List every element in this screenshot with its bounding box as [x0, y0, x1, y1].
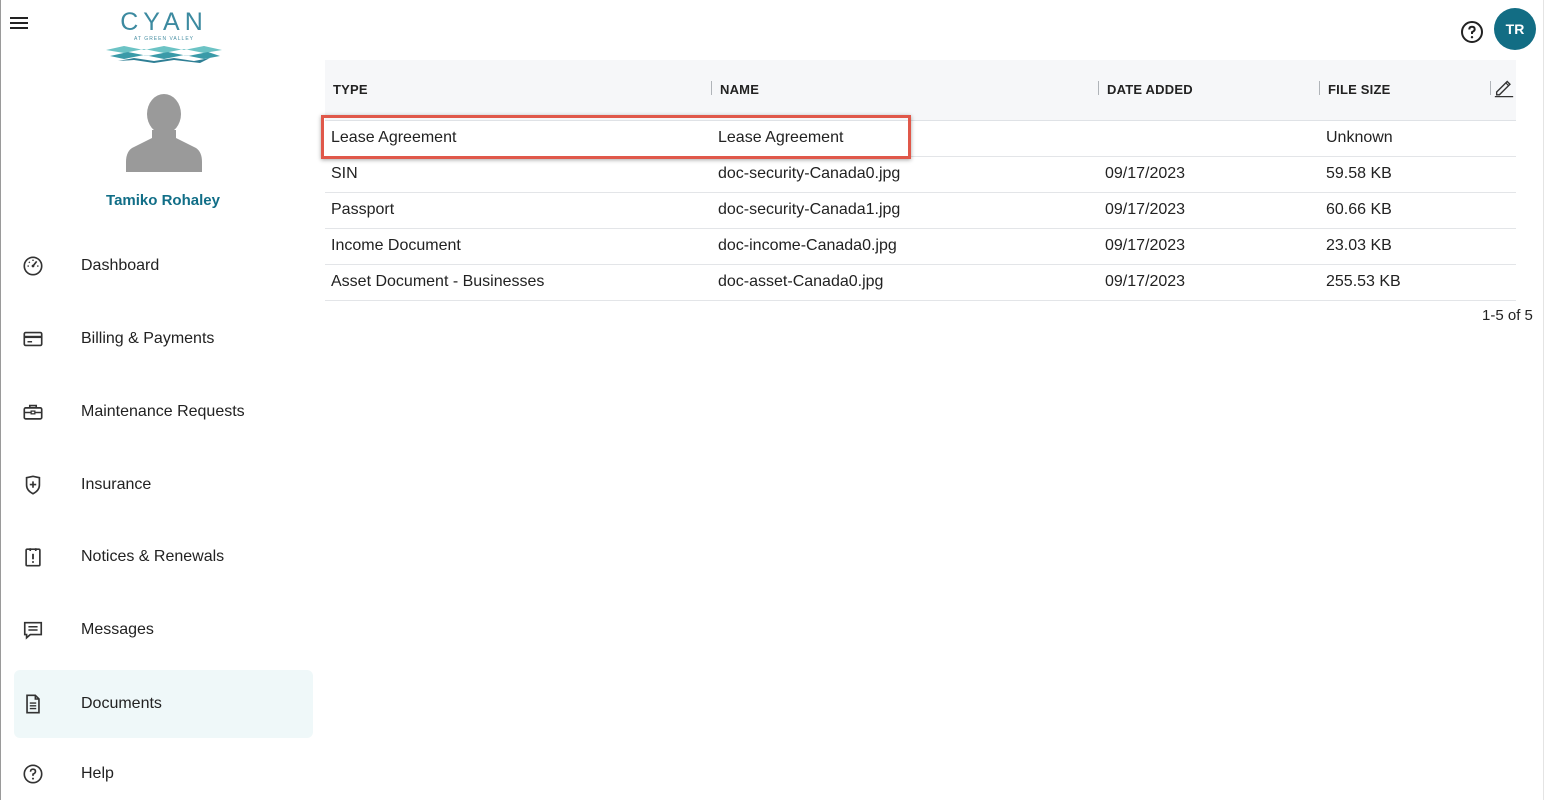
cell-file-size: Unknown [1326, 129, 1393, 146]
cell-date-added: 09/17/2023 [1105, 165, 1186, 182]
help-circle-icon [23, 764, 43, 784]
cell-type: SIN [331, 165, 358, 182]
hamburger-menu-icon[interactable] [10, 14, 28, 32]
column-separator[interactable] [1319, 81, 1320, 95]
nav-label-billing-payments: Billing & Payments [81, 330, 215, 347]
logo-waves-icon [106, 46, 222, 63]
cell-name: doc-security-Canada0.jpg [718, 165, 901, 182]
profile-avatar-icon [126, 94, 202, 172]
cell-type: Lease Agreement [331, 129, 457, 146]
cell-date-added: 09/17/2023 [1105, 237, 1186, 254]
pagination-info: 1-5 of 5 [1482, 307, 1533, 324]
nav-item-documents[interactable]: Documents [14, 670, 313, 738]
shield-plus-icon [25, 475, 41, 495]
cell-name: Lease Agreement [718, 129, 844, 146]
cell-type: Income Document [331, 237, 461, 254]
brand-logo[interactable]: CYAN AT GREEN VALLEY [104, 8, 224, 64]
nav-item-billing-payments[interactable]: Billing & Payments [14, 305, 313, 373]
table-row[interactable]: Asset Document - Businesses doc-asset-Ca… [325, 265, 1516, 301]
cell-name: doc-security-Canada1.jpg [718, 201, 901, 218]
cell-date-added: 09/17/2023 [1105, 273, 1186, 290]
logo-subtitle: AT GREEN VALLEY [133, 36, 195, 42]
table-row[interactable]: Income Document doc-income-Canada0.jpg 0… [325, 229, 1516, 265]
nav-item-messages[interactable]: Messages [14, 596, 313, 664]
nav-item-dashboard[interactable]: Dashboard [14, 232, 313, 300]
cell-file-size: 59.58 KB [1326, 165, 1392, 182]
column-separator[interactable] [1490, 81, 1491, 95]
column-separator[interactable] [711, 81, 712, 95]
logo-text: CYAN [120, 8, 208, 36]
cell-file-size: 255.53 KB [1326, 273, 1401, 290]
table-row[interactable]: Lease Agreement Lease Agreement Unknown [325, 121, 1516, 157]
document-icon [26, 694, 40, 714]
nav-item-maintenance-requests[interactable]: Maintenance Requests [14, 378, 313, 446]
cell-name: doc-income-Canada0.jpg [718, 237, 897, 254]
nav-label-insurance: Insurance [81, 476, 152, 493]
nav-label-dashboard: Dashboard [81, 257, 160, 274]
clipboard-alert-icon [25, 548, 41, 567]
message-icon [23, 621, 43, 640]
table-header: TYPE NAME DATE ADDED FILE SIZE [325, 60, 1516, 121]
toolbox-icon [23, 404, 43, 420]
documents-table: TYPE NAME DATE ADDED FILE SIZE Lease Agr… [325, 60, 1516, 301]
column-separator[interactable] [1098, 81, 1099, 95]
table-row[interactable]: Passport doc-security-Canada1.jpg 09/17/… [325, 193, 1516, 229]
nav-label-documents: Documents [81, 695, 162, 712]
help-icon[interactable] [1460, 20, 1484, 44]
column-header-file-size[interactable]: FILE SIZE [1328, 82, 1390, 97]
sidebar: CYAN AT GREEN VALLEY Tamiko Rohaley Dash… [0, 0, 326, 800]
user-avatar-button[interactable]: TR [1494, 8, 1536, 50]
cell-name: doc-asset-Canada0.jpg [718, 273, 884, 290]
cell-file-size: 23.03 KB [1326, 237, 1392, 254]
column-header-name[interactable]: NAME [720, 82, 759, 97]
gauge-icon [23, 256, 43, 276]
nav-label-notices-renewals: Notices & Renewals [81, 548, 225, 565]
cell-type: Asset Document - Businesses [331, 273, 545, 290]
profile-name: Tamiko Rohaley [106, 192, 220, 209]
nav-label-messages: Messages [81, 621, 154, 638]
nav-label-help: Help [81, 765, 114, 782]
column-header-date-added[interactable]: DATE ADDED [1107, 82, 1193, 97]
nav-label-maintenance-requests: Maintenance Requests [81, 403, 245, 420]
nav-item-notices-renewals[interactable]: Notices & Renewals [14, 523, 313, 591]
credit-card-icon [23, 331, 43, 347]
cell-date-added: 09/17/2023 [1105, 201, 1186, 218]
edit-pencil-icon[interactable] [1493, 76, 1515, 98]
column-header-type[interactable]: TYPE [333, 82, 368, 97]
table-row[interactable]: SIN doc-security-Canada0.jpg 09/17/2023 … [325, 157, 1516, 193]
nav-item-help[interactable]: Help [14, 740, 313, 808]
cell-type: Passport [331, 201, 395, 218]
scrollbar-track[interactable] [1543, 0, 1544, 800]
nav-item-insurance[interactable]: Insurance [14, 451, 313, 519]
cell-file-size: 60.66 KB [1326, 201, 1392, 218]
